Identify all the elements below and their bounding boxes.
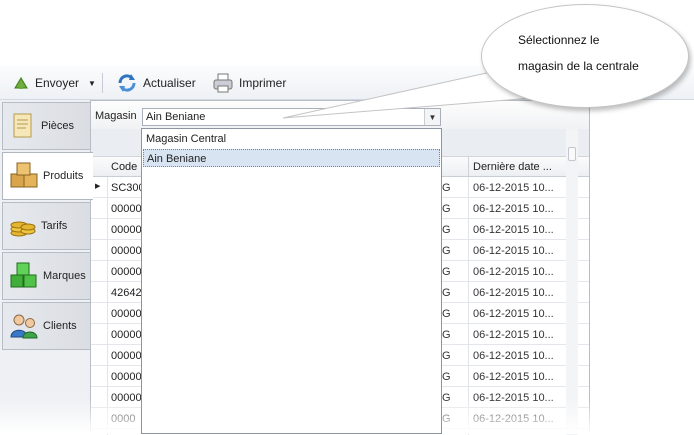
callout-line-1: Sélectionnez le	[518, 33, 600, 47]
callout-line-2: magasin de la centrale	[518, 59, 639, 73]
callout-text: Sélectionnez le magasin de la centrale	[518, 27, 668, 79]
callout-bubble: Sélectionnez le magasin de la centrale	[481, 4, 689, 108]
